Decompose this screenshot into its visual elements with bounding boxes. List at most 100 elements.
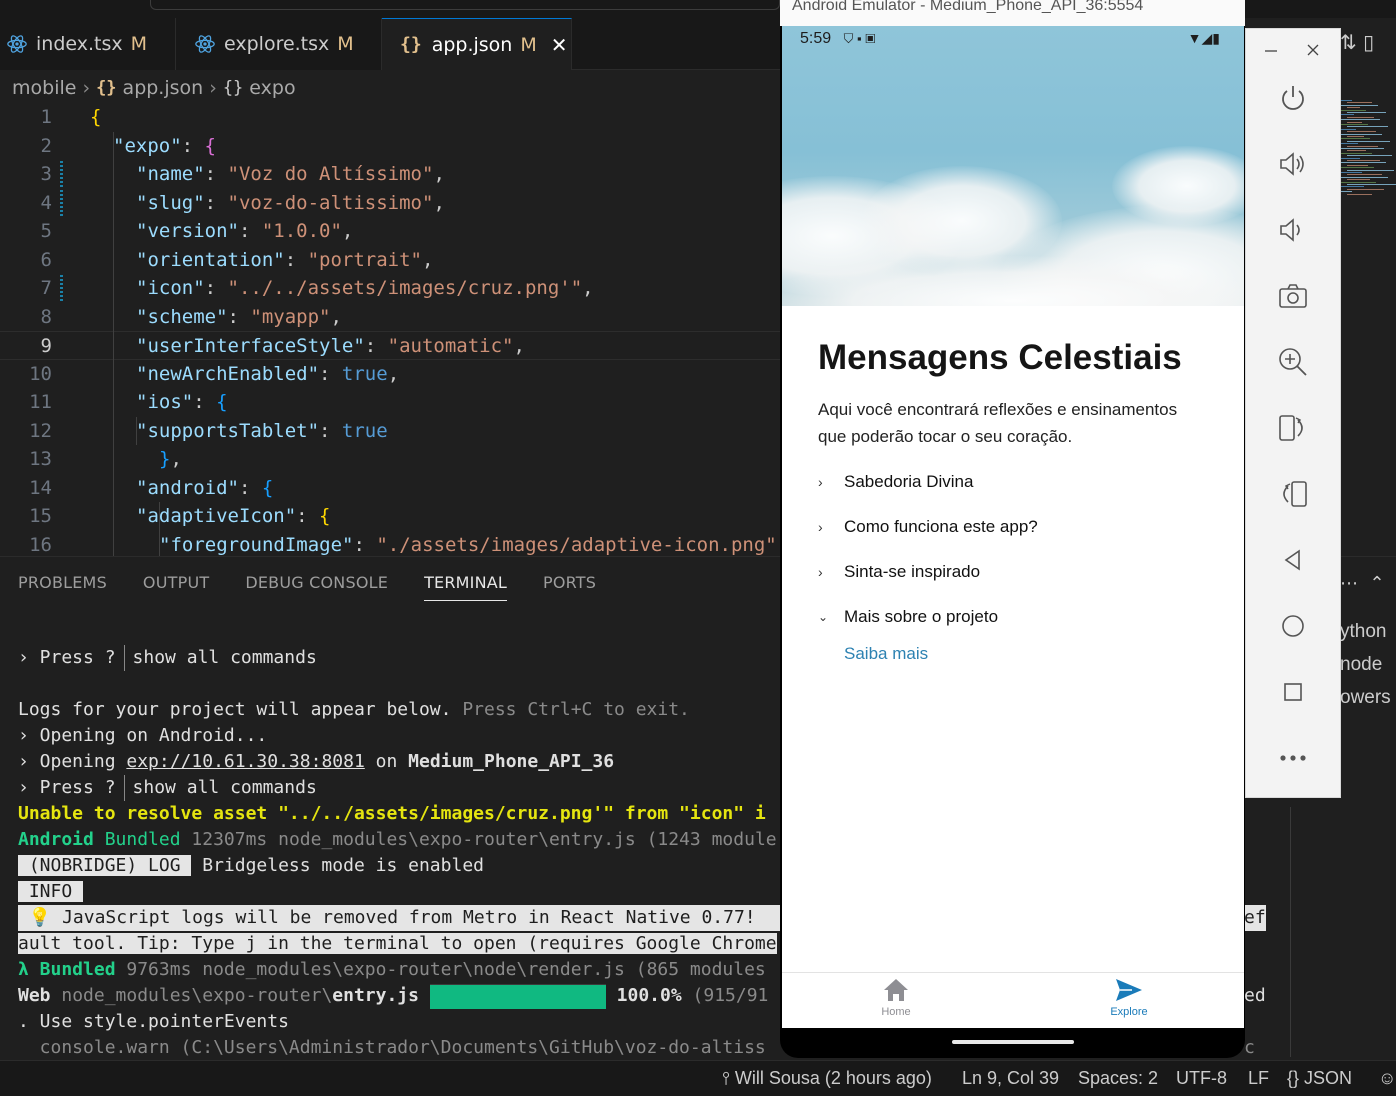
tab-explore-tsx[interactable]: explore.tsx M [176,18,382,70]
chevron-right-icon: › [82,77,91,99]
emulator-title: Android Emulator - Medium_Phone_API_36:5… [780,0,1245,26]
line-ending[interactable]: LF [1248,1068,1269,1089]
more-actions-icon[interactable]: ⋯ ⌃ [1340,573,1385,594]
terminal-output[interactable]: › Press ? show all commands Logs for your… [18,645,1266,1058]
code-line[interactable]: 1{ [0,103,780,132]
app-screen[interactable]: 5:59 ⛉ ▪ ▣ ▼◢▮ Mensagens Celestiais Aqui… [782,26,1244,1028]
code-line[interactable]: 9 "userInterfaceStyle": "automatic", [0,331,780,360]
json-icon: {} [400,34,422,55]
emulator-toolbar [1245,28,1341,798]
git-change-marker[interactable] [60,275,63,301]
collapsible-sabedoria-divina[interactable]: › Sabedoria Divina [818,472,973,492]
terminal-line: › Press ? show all commands [18,775,317,801]
power-icon[interactable] [1274,79,1312,117]
collapsible-mais-sobre-o-projeto[interactable]: ⌄ Mais sobre o projeto [818,607,998,627]
terminal-line: Android Bundled 12307ms node_modules\exp… [18,829,777,850]
breadcrumb-node[interactable]: expo [249,77,295,99]
code-line[interactable]: 8 "scheme": "myapp", [0,303,780,332]
language-mode[interactable]: {} JSON [1287,1068,1352,1089]
close-icon[interactable] [1298,35,1328,65]
terminal-list-item[interactable]: owers [1340,681,1391,714]
code-line[interactable]: 4 "slug": "voz-do-altissimo", [0,189,780,218]
terminal-line: . Use style.pointerEvents [18,1011,289,1032]
line-number: 4 [40,191,52,214]
code-line[interactable]: 7 "icon": "../../assets/images/cruz.png'"… [0,274,780,303]
tab-output[interactable]: OUTPUT [143,573,209,601]
terminal-line: 💡 JavaScript logs will be removed from M… [18,905,1266,931]
code-line[interactable]: 2 "expo": { [0,132,780,161]
home-button-icon[interactable] [1274,607,1312,645]
code-text: }, [159,448,182,470]
page-description: Aqui você encontrará reflexões e ensinam… [818,400,1178,446]
camera-icon[interactable] [1274,277,1312,315]
volume-down-icon[interactable] [1274,211,1312,249]
cursor-position[interactable]: Ln 9, Col 39 [962,1068,1059,1089]
react-icon [7,35,27,53]
code-line[interactable]: 3 "name": "Voz do Altíssimo", [0,160,780,189]
indentation[interactable]: Spaces: 2 [1078,1068,1158,1089]
code-line[interactable]: 15 "adaptiveIcon": { [0,502,780,531]
volume-up-icon[interactable] [1274,145,1312,183]
gesture-handle[interactable] [952,1040,1074,1044]
overview-icon[interactable] [1274,673,1312,711]
git-change-marker[interactable] [60,161,63,187]
minimap[interactable] [1340,100,1396,200]
terminal-list-item[interactable]: node [1340,648,1391,681]
code-line[interactable]: 5 "version": "1.0.0", [0,217,780,246]
tab-app-json[interactable]: {} app.json M ✕ [382,18,572,70]
terminal-line: › Opening exp://10.61.30.38:8081 on Medi… [18,751,615,772]
more-icon[interactable] [1274,739,1312,777]
code-line[interactable]: 6 "orientation": "portrait", [0,246,780,275]
tab-problems[interactable]: PROBLEMS [18,573,107,601]
tab-label: explore.tsx [224,33,330,55]
close-icon[interactable]: ✕ [551,33,568,57]
code-editor[interactable]: 1{2 "expo": {3 "name": "Voz do Altíssimo",… [0,103,780,556]
git-change-marker[interactable] [60,189,63,216]
command-center[interactable] [150,0,780,10]
rotate-right-icon[interactable] [1274,409,1312,447]
zoom-icon[interactable] [1274,343,1312,381]
tab-index-tsx[interactable]: index.tsx M [0,18,176,70]
terminal-warning-line: Unable to resolve asset "../../assets/im… [18,803,766,824]
nav-home[interactable]: Home [836,977,956,1018]
chevron-right-icon: › [818,564,823,580]
terminal-line: console.warn (C:\Users\Administrador\Doc… [18,1037,1255,1058]
android-emulator-device: 5:59 ⛉ ▪ ▣ ▼◢▮ Mensagens Celestiais Aqui… [780,26,1245,1058]
line-number: 2 [40,134,52,157]
terminal-link[interactable]: exp://10.61.30.38:8081 [126,751,364,772]
tab-debug-console[interactable]: DEBUG CONSOLE [245,573,388,601]
terminal-list[interactable]: ython node owers [1340,615,1391,714]
chevron-right-icon: › [818,519,823,535]
code-line[interactable]: 13}, [0,445,780,474]
git-blame[interactable]: ⫯ Will Sousa (2 hours ago) [722,1068,932,1089]
code-line[interactable]: 16 "foregroundImage": "./assets/images/ad… [0,531,780,557]
encoding[interactable]: UTF-8 [1176,1068,1227,1089]
split-editor-icon[interactable]: ⇅ ▯ [1340,30,1374,54]
saiba-mais-link[interactable]: Saiba mais [844,644,928,664]
terminal-list-item[interactable]: ython [1340,615,1391,648]
code-line[interactable]: 11 "ios": { [0,388,780,417]
minimize-icon[interactable] [1256,35,1286,65]
collapsible-sinta-se-inspirado[interactable]: › Sinta-se inspirado [818,562,980,582]
line-number: 15 [29,505,52,527]
code-text: "orientation": "portrait", [136,248,434,271]
nav-explore[interactable]: Explore [1069,977,1189,1018]
rotate-left-icon[interactable] [1274,475,1312,513]
code-line[interactable]: 10 "newArchEnabled": true, [0,360,780,389]
breadcrumb-root[interactable]: mobile [12,77,76,99]
breadcrumb: mobile › {} app.json › {} expo [12,74,296,102]
object-icon: {} [222,78,244,98]
copilot-icon[interactable]: ☺ [1378,1068,1396,1089]
terminal-line: λ Bundled 9763ms node_modules\expo-route… [18,959,766,980]
back-icon[interactable] [1274,541,1312,579]
breadcrumb-file[interactable]: app.json [123,77,204,99]
editor-tab-bar: index.tsx M explore.tsx M {} app.json M ✕ [0,18,780,70]
line-number: 16 [29,533,52,556]
progress-bar [429,984,606,1009]
code-line[interactable]: 12 "supportsTablet": true [0,417,780,446]
collapsible-como-funciona[interactable]: › Como funciona este app? [818,517,1038,537]
line-number: 1 [40,106,52,128]
code-line[interactable]: 14 "android": { [0,474,780,503]
tab-ports[interactable]: PORTS [543,573,596,601]
tab-terminal[interactable]: TERMINAL [424,573,508,601]
